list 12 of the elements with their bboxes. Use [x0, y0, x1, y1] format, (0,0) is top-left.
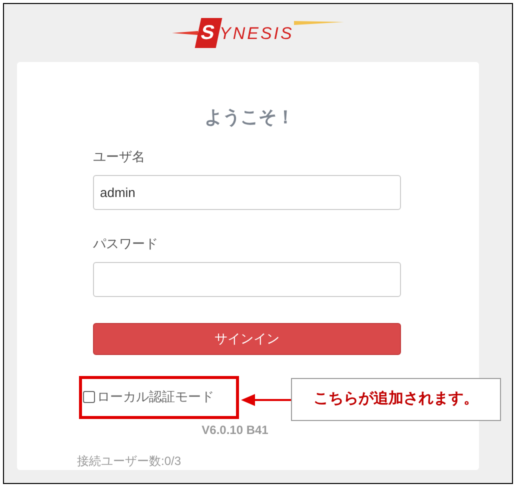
arrow-icon	[241, 393, 291, 407]
checkbox[interactable]	[83, 390, 95, 403]
local-auth-label: ローカル認証モード	[97, 388, 214, 406]
input-field[interactable]	[93, 262, 401, 297]
field-label: パスワード	[93, 235, 159, 253]
callout-note: こちらが追加されます。	[291, 378, 501, 421]
input-field[interactable]: admin	[93, 175, 401, 210]
sign-in-button[interactable]: サインイン	[93, 323, 401, 355]
version-text: V6.0.10 B41	[202, 422, 268, 438]
welcome-title: ようこそ！	[204, 106, 296, 129]
field-label: ユーザ名	[93, 148, 146, 166]
connected-users-text: 接続ユーザー数:0/3	[77, 454, 182, 468]
